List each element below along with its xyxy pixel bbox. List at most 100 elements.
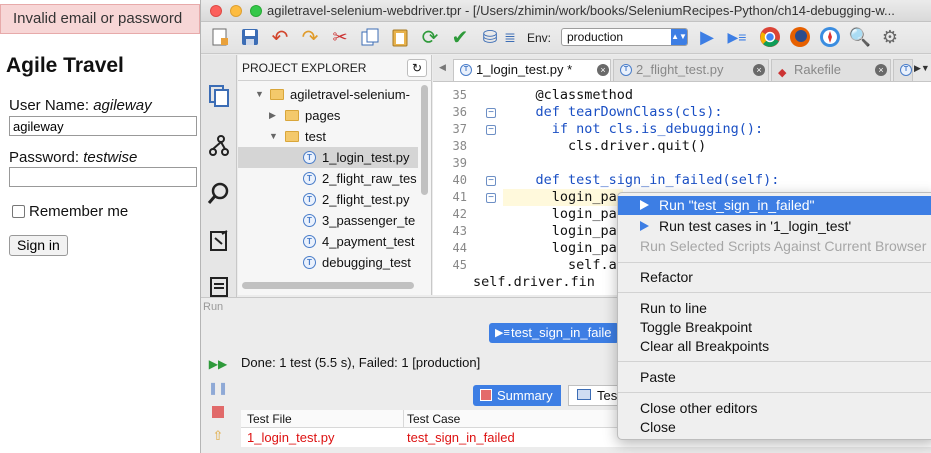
search-icon[interactable] <box>206 180 232 206</box>
fold-toggle-icon[interactable]: − <box>486 176 496 186</box>
save-icon[interactable] <box>239 26 261 48</box>
format-icon[interactable]: ≣ <box>499 26 521 48</box>
run-status: Done: 1 test (5.5 s), Failed: 1 [product… <box>241 355 481 370</box>
menu-item-run-to-line[interactable]: Run to line <box>618 299 931 318</box>
tab-login-test[interactable]: T 1_login_test.py * × <box>453 59 611 81</box>
context-menu: Run "test_sign_in_failed" Run test cases… <box>617 192 931 440</box>
menu-item-toggle-breakpoint[interactable]: Toggle Breakpoint <box>618 318 931 337</box>
pause-icon[interactable]: ❚❚ <box>208 380 228 396</box>
test-case-cell: test_sign_in_failed <box>407 430 515 445</box>
new-file-icon[interactable] <box>209 26 231 48</box>
tab-scroll-left-icon[interactable]: ◀ <box>439 62 446 73</box>
refresh-icon[interactable]: ⟳ <box>419 26 441 49</box>
expanded-triangle-icon: ▼ <box>255 89 264 99</box>
tab-menu-icon[interactable]: ▶▼ <box>914 63 930 74</box>
password-label-text: Password: <box>9 149 80 166</box>
chevron-down-icon: ▲▼ <box>671 29 687 45</box>
close-tab-icon[interactable]: × <box>753 64 765 76</box>
folder-icon <box>285 131 299 142</box>
code-line-current: login_page <box>503 189 634 206</box>
menu-item-paste[interactable]: Paste <box>618 368 931 387</box>
tree-item-test-file[interactable]: T 3_passenger_te <box>238 210 418 231</box>
menu-item-run-file[interactable]: Run test cases in '1_login_test' <box>618 217 931 236</box>
refresh-tree-icon[interactable]: ↻ <box>407 59 427 77</box>
collapsed-triangle-icon: ▶ <box>269 110 276 120</box>
tab-overflow[interactable]: T <box>893 59 913 81</box>
tree-horizontal-scrollbar[interactable] <box>242 282 414 289</box>
tree-item-label: 3_passenger_te <box>322 213 416 228</box>
fold-toggle-icon[interactable]: − <box>486 193 496 203</box>
run-icon <box>640 221 649 231</box>
tree-item-label: debugging_test <box>322 255 411 270</box>
paste-icon[interactable] <box>389 26 411 48</box>
zoom-window-icon[interactable] <box>250 5 262 17</box>
username-input[interactable] <box>9 116 197 136</box>
column-header: Test Case <box>407 412 461 426</box>
tab-flight-test[interactable]: T 2_flight_test.py × <box>613 59 769 81</box>
sign-in-button[interactable]: Sign in <box>9 235 68 256</box>
fold-toggle-icon[interactable]: − <box>486 125 496 135</box>
window-title: agiletravel-selenium-webdriver.tpr - [/U… <box>267 3 895 18</box>
menu-separator <box>618 392 931 393</box>
tree-vertical-scrollbar[interactable] <box>421 85 428 195</box>
tree-item-test-file[interactable]: T 1_login_test.py <box>238 147 418 168</box>
tab-rakefile[interactable]: ◆ Rakefile × <box>771 59 891 81</box>
env-select[interactable]: production ▲▼ <box>561 28 688 46</box>
tree-item-project[interactable]: ▼ agiletravel-selenium- <box>238 84 418 105</box>
snippet-icon[interactable] <box>206 227 232 253</box>
check-icon[interactable]: ✔ <box>449 26 471 49</box>
summary-tab[interactable]: Summary <box>473 385 561 406</box>
line-number: 44 <box>452 241 467 255</box>
code-line: self.driver.fin <box>473 274 595 290</box>
notes-icon[interactable] <box>206 273 232 299</box>
stop-icon[interactable] <box>209 404 227 420</box>
step-up-icon[interactable]: ⇧ <box>209 428 227 444</box>
menu-item-refactor[interactable]: Refactor <box>618 268 931 287</box>
redo-icon[interactable]: ↷ <box>299 26 321 49</box>
structure-icon[interactable] <box>206 133 232 159</box>
gear-icon[interactable]: ⚙ <box>879 26 901 48</box>
tree-item-test-file[interactable]: T 2_flight_test.py <box>238 189 418 210</box>
inspect-icon[interactable]: 🔍 <box>849 26 871 48</box>
line-number: 40 <box>452 173 467 187</box>
fold-toggle-icon[interactable]: − <box>486 108 496 118</box>
menu-item-run-test[interactable]: Run "test_sign_in_failed" <box>618 196 931 215</box>
tree-item-test-file[interactable]: T 2_flight_raw_tes <box>238 168 418 189</box>
current-test-button[interactable]: ▶≡ test_sign_in_faile <box>489 323 620 343</box>
safari-icon[interactable] <box>819 26 841 48</box>
files-icon[interactable] <box>206 83 232 109</box>
line-number-gutter: 35 36 37 38 39 40 41 42 43 44 45 <box>433 84 471 295</box>
flash-error: Invalid email or password <box>0 4 200 34</box>
undo-icon[interactable]: ↶ <box>269 26 291 49</box>
remember-checkbox[interactable] <box>12 205 25 218</box>
close-window-icon[interactable] <box>210 5 222 17</box>
close-tab-icon[interactable]: × <box>875 64 887 76</box>
minimize-window-icon[interactable] <box>230 5 242 17</box>
line-number: 38 <box>452 139 467 153</box>
run-list-icon[interactable]: ▶≡ <box>726 26 748 48</box>
rerun-icon[interactable]: ▶▶ <box>209 356 227 372</box>
test-file-icon: T <box>303 172 316 185</box>
copy-icon[interactable] <box>359 26 381 48</box>
tree-item-label: 2_flight_test.py <box>322 192 410 207</box>
close-tab-icon[interactable]: × <box>597 64 609 76</box>
firefox-icon[interactable] <box>789 26 811 48</box>
password-input[interactable] <box>9 167 197 187</box>
code-line: def test_sign_in_failed(self): <box>503 172 780 188</box>
menu-item-close[interactable]: Close <box>618 418 931 437</box>
run-icon[interactable]: ▶ <box>696 26 718 48</box>
tree-item-pages[interactable]: ▶ pages <box>238 105 418 126</box>
username-label-text: User Name: <box>9 97 90 114</box>
menu-item-clear-breakpoints[interactable]: Clear all Breakpoints <box>618 337 931 356</box>
cut-icon[interactable]: ✂ <box>329 26 351 48</box>
tree-item-test[interactable]: ▼ test <box>238 126 418 147</box>
summary-chart-icon <box>480 389 492 401</box>
database-icon[interactable]: ⛁ <box>479 26 501 48</box>
tree-item-test-file[interactable]: T debugging_test <box>238 252 418 273</box>
tree-item-label: 4_payment_test <box>322 234 415 249</box>
toolbar: ↶ ↷ ✂ ⟳ ✔ ⛁ ≣ Env: production ▲▼ ▶ ▶≡ 🔍 … <box>201 22 931 54</box>
menu-item-close-others[interactable]: Close other editors <box>618 399 931 418</box>
code-line: cls.driver.quit() <box>503 138 707 154</box>
tree-item-test-file[interactable]: T 4_payment_test <box>238 231 418 252</box>
chrome-icon[interactable] <box>759 26 781 48</box>
